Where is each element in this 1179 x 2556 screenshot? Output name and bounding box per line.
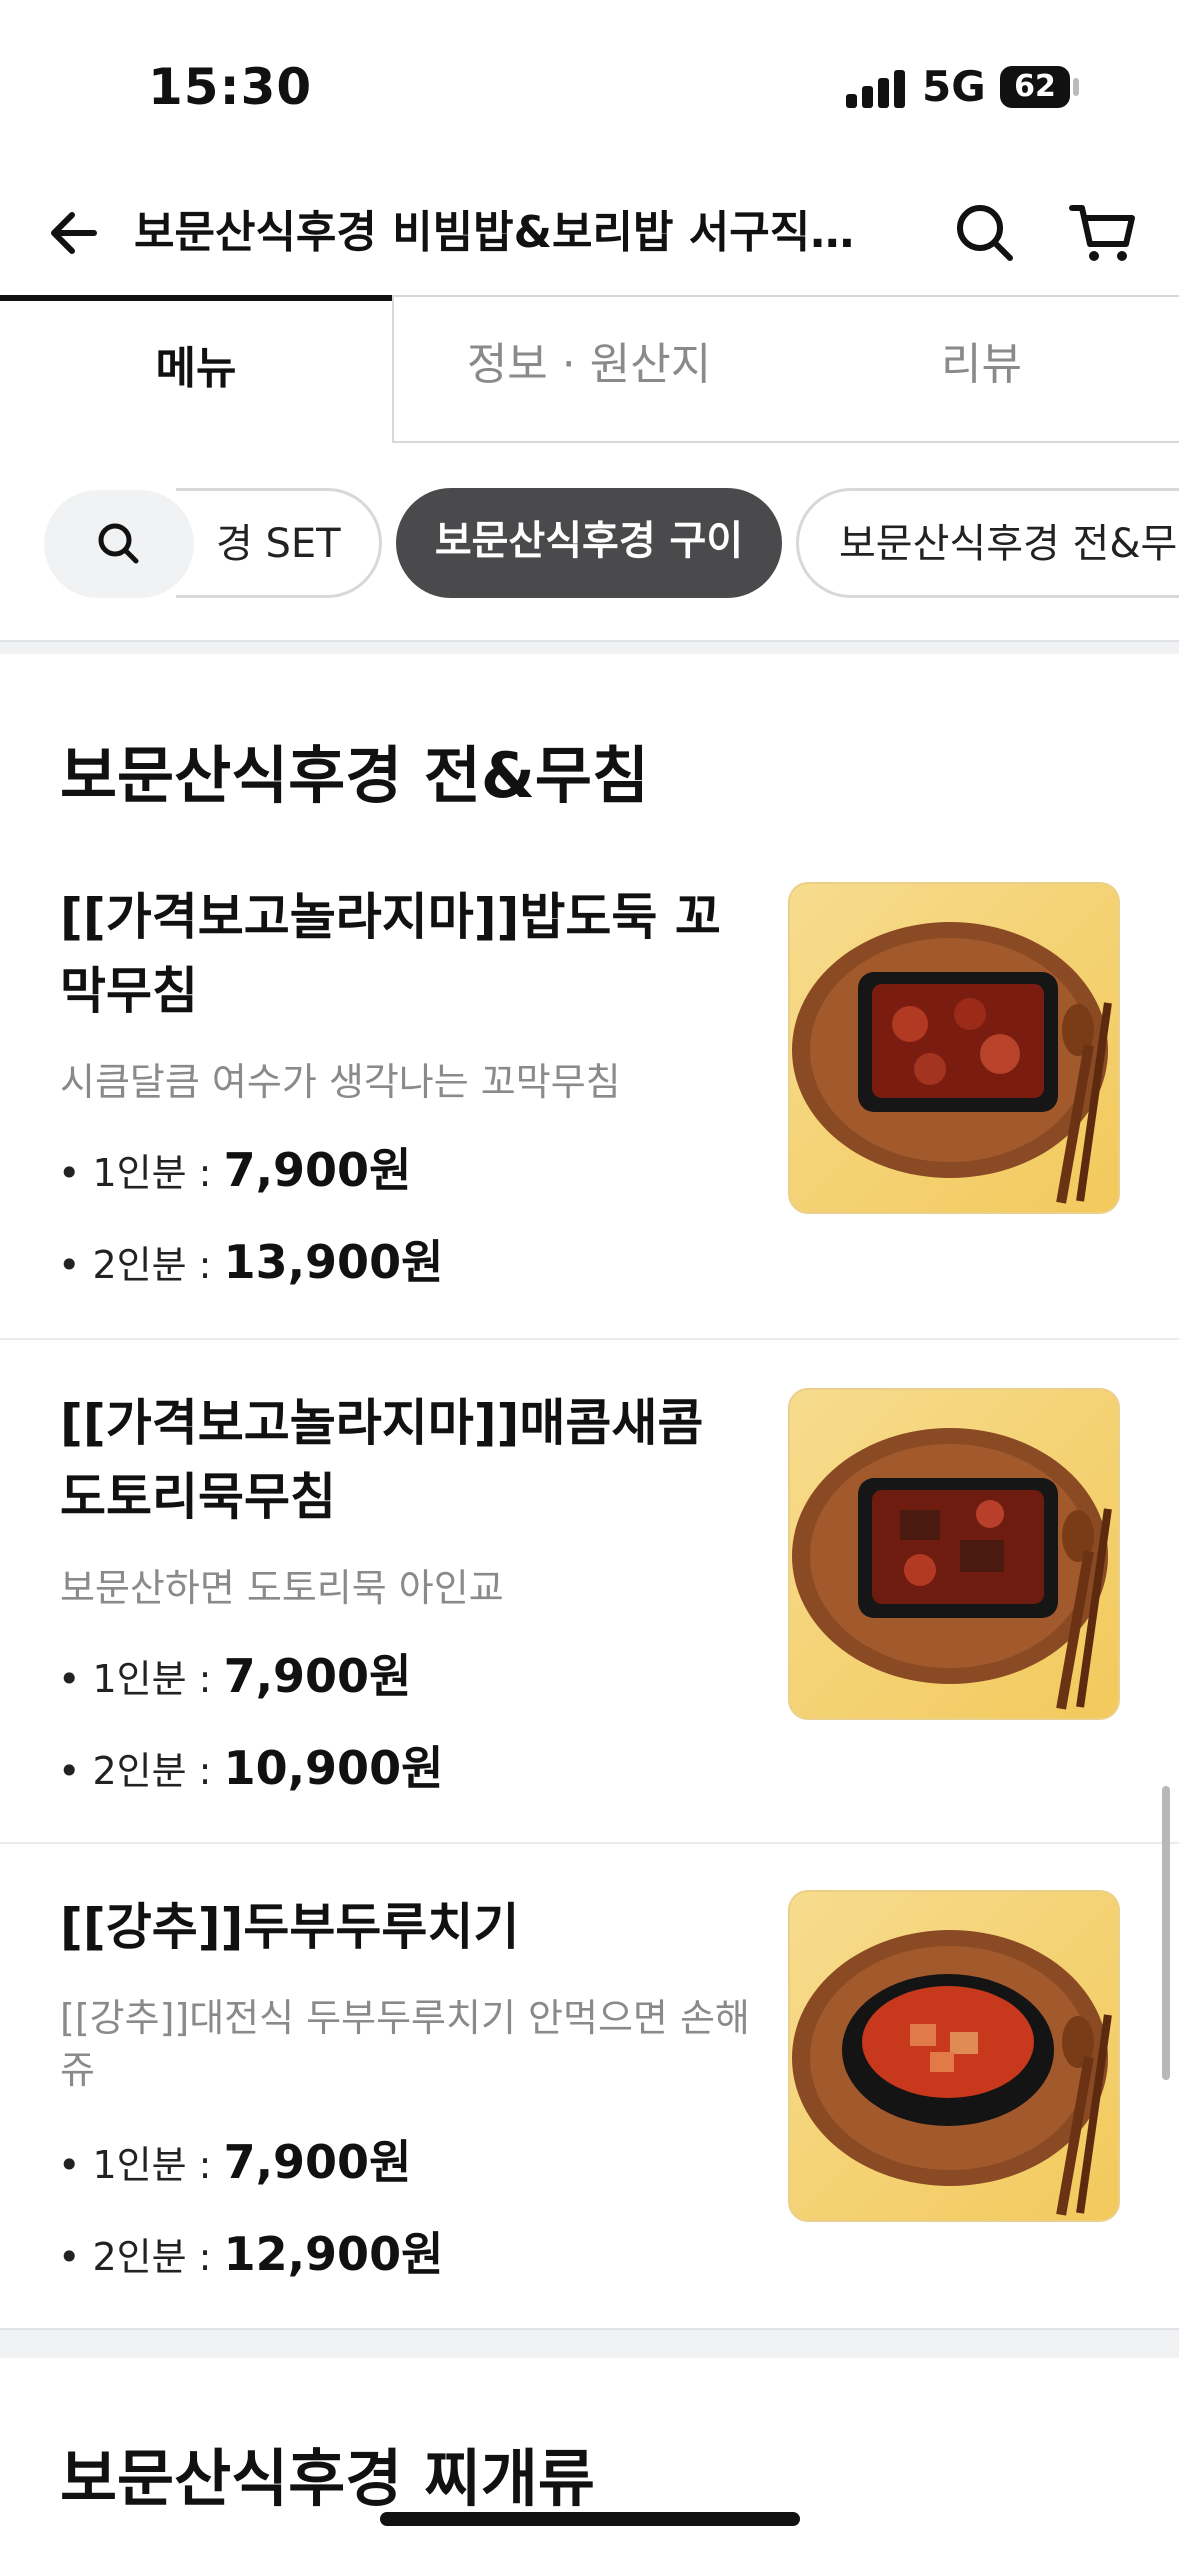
menu-item-name: [[가격보고놀라지마]]매콤새콤 도토리묵무침 <box>60 1394 704 1526</box>
back-arrow-icon <box>51 212 97 254</box>
menu-item[interactable]: [[가격보고놀라지마]]밥도둑 꼬막무침 시큼달큼 여수가 생각나는 꼬막무침 … <box>0 872 1179 1336</box>
price-amount: 12,900원 <box>223 2227 444 2281</box>
menu-item-image <box>788 1388 1120 1720</box>
status-time: 15:30 <box>148 58 313 116</box>
tab-info-origin[interactable]: 정보 · 원산지 <box>392 295 784 443</box>
header: 보문산식후경 비빔밥&보리밥 서구직… <box>0 170 1179 295</box>
price-amount: 7,900원 <box>223 1649 412 1703</box>
price-label: • 1인분 : <box>58 1657 224 1701</box>
search-icon <box>957 205 1013 261</box>
menu-item-image <box>788 1890 1120 2222</box>
item-divider <box>0 1338 1179 1340</box>
price-row: • 1인분 : 7,900원 <box>58 1134 411 1200</box>
price-amount: 7,900원 <box>223 2135 412 2189</box>
status-bar: 15:30 5G 62 <box>0 0 1179 170</box>
price-label: • 2인분 : <box>58 2235 224 2279</box>
next-section-title: 보문산식후경 찌개류 <box>60 2442 595 2515</box>
price-row: • 2인분 : 13,900원 <box>58 1226 443 1292</box>
home-indicator[interactable] <box>380 2512 800 2526</box>
menu-item-desc: 보문산하면 도토리묵 아인교 <box>60 1566 504 1610</box>
price-label: • 1인분 : <box>58 1151 224 1195</box>
price-amount: 13,900원 <box>223 1235 444 1289</box>
menu-item-desc: 시큼달큼 여수가 생각나는 꼬막무침 <box>60 1060 621 1104</box>
signal-icon <box>846 68 906 108</box>
tab-review[interactable]: 리뷰 <box>784 295 1179 443</box>
chip-grill[interactable]: 보문산식후경 구이 <box>396 488 782 598</box>
item-divider <box>0 1842 1179 1844</box>
chip-search-button[interactable] <box>44 490 194 598</box>
menu-item-image <box>788 882 1120 1214</box>
price-amount: 7,900원 <box>223 1143 412 1197</box>
menu-item[interactable]: [[가격보고놀라지마]]매콤새콤 도토리묵무침 보문산하면 도토리묵 아인교 •… <box>0 1378 1179 1842</box>
section-divider <box>0 2328 1179 2358</box>
search-button[interactable] <box>950 198 1020 268</box>
price-row: • 1인분 : 7,900원 <box>58 1640 411 1706</box>
page-title: 보문산식후경 비빔밥&보리밥 서구직… <box>134 207 855 258</box>
cart-icon <box>1069 205 1135 261</box>
price-label: • 2인분 : <box>58 1749 224 1793</box>
back-button[interactable] <box>42 200 108 266</box>
menu-item-desc: [[강추]]대전식 두부두루치기 안먹으면 손해쥬 <box>60 1996 750 2092</box>
tab-bar: 메뉴 정보 · 원산지 리뷰 <box>0 295 1179 445</box>
menu-item-name: [[강추]]두부두루치기 <box>60 1898 520 1956</box>
scrollbar[interactable] <box>1162 1786 1170 2080</box>
battery-icon: 62 <box>1000 66 1070 108</box>
section-divider <box>0 640 1179 654</box>
cart-button[interactable] <box>1066 198 1140 268</box>
section-title: 보문산식후경 전&무침 <box>60 739 650 812</box>
chip-set[interactable]: 경 SET <box>176 488 382 598</box>
price-label: • 2인분 : <box>58 1243 224 1287</box>
menu-item-name: [[가격보고놀라지마]]밥도둑 꼬막무침 <box>60 888 721 1020</box>
battery-cap <box>1073 78 1079 96</box>
price-row: • 1인분 : 7,900원 <box>58 2126 411 2192</box>
price-row: • 2인분 : 10,900원 <box>58 1732 443 1798</box>
chip-jeon-muchim[interactable]: 보문산식후경 전&무침 <box>796 488 1179 598</box>
category-chips: 경 SET 보문산식후경 구이 보문산식후경 전&무침 <box>0 480 1179 600</box>
price-row: • 2인분 : 12,900원 <box>58 2218 443 2284</box>
chip-search-icon <box>98 523 139 564</box>
menu-item[interactable]: [[강추]]두부두루치기 [[강추]]대전식 두부두루치기 안먹으면 손해쥬 •… <box>0 1882 1179 2322</box>
price-label: • 1인분 : <box>58 2143 224 2187</box>
tab-menu[interactable]: 메뉴 <box>0 295 392 443</box>
price-amount: 10,900원 <box>223 1741 444 1795</box>
network-label: 5G <box>922 62 986 111</box>
